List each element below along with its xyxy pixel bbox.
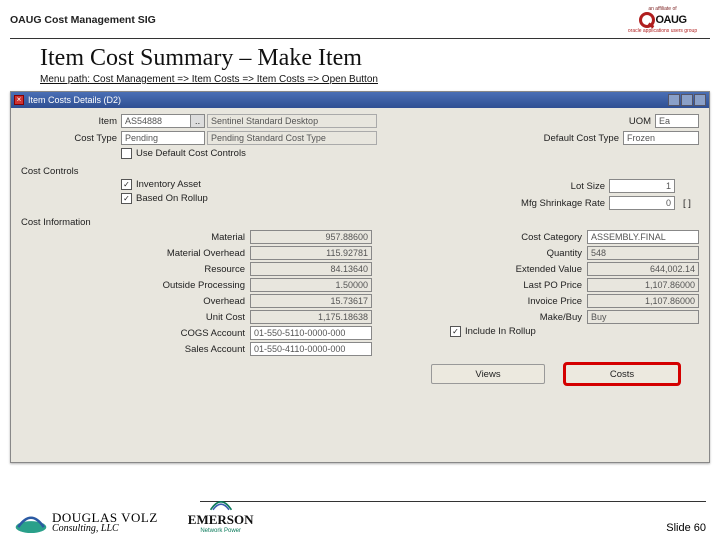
cost-controls-section: Cost Controls (21, 166, 699, 177)
cogs-account-field[interactable]: 01-550-5110-0000-000 (250, 326, 372, 340)
douglas-volz-logo: DOUGLAS VOLZConsulting, LLC (14, 510, 158, 534)
oaug-q-icon (639, 12, 655, 28)
uom-field[interactable]: Ea (655, 114, 699, 128)
default-cost-type-label: Default Cost Type (544, 133, 623, 144)
oaug-logo: an affiliate of OAUG oracle applications… (615, 4, 710, 36)
window-close-icon[interactable] (694, 94, 706, 106)
uom-label: UOM (629, 116, 655, 127)
invoice-price-label: Invoice Price (528, 296, 587, 307)
app-window: × Item Costs Details (D2) Item AS54888 ‥… (10, 91, 710, 463)
shrinkage-field[interactable]: 0 (609, 196, 675, 210)
based-on-rollup-checkbox[interactable]: ✓ (121, 193, 132, 204)
breadcrumb: Menu path: Cost Management => Item Costs… (40, 74, 720, 85)
close-icon[interactable]: × (14, 95, 24, 105)
emerson-logo: EMERSON Network Power (188, 498, 254, 534)
window-titlebar: × Item Costs Details (D2) (11, 92, 709, 108)
material-value: 957.88600 (250, 230, 372, 244)
cost-category-field[interactable]: ASSEMBLY.FINAL (587, 230, 699, 244)
lot-size-label: Lot Size (571, 181, 609, 192)
resource-label: Resource (204, 264, 250, 275)
item-field[interactable]: AS54888 (121, 114, 191, 128)
osp-value: 1.50000 (250, 278, 372, 292)
invoice-price-value: 1,107.86000 (587, 294, 699, 308)
inventory-asset-checkbox[interactable]: ✓ (121, 179, 132, 190)
inventory-asset-label: Inventory Asset (136, 179, 201, 190)
osp-label: Outside Processing (163, 280, 250, 291)
make-buy-label: Make/Buy (540, 312, 587, 323)
cost-type-field[interactable]: Pending (121, 131, 205, 145)
quantity-value: 548 (587, 246, 699, 260)
last-po-value: 1,107.86000 (587, 278, 699, 292)
resource-value: 84.13640 (250, 262, 372, 276)
cogs-account-label: COGS Account (181, 328, 250, 339)
include-in-rollup-label: Include In Rollup (465, 326, 536, 337)
material-overhead-label: Material Overhead (167, 248, 250, 259)
unit-cost-value: 1,175.18638 (250, 310, 372, 324)
views-button[interactable]: Views (431, 364, 545, 384)
extended-value: 644,002.14 (587, 262, 699, 276)
last-po-label: Last PO Price (523, 280, 587, 291)
slide-header: OAUG Cost Management SIG (10, 14, 156, 26)
item-label: Item (21, 116, 121, 127)
include-in-rollup-checkbox[interactable]: ✓ (450, 326, 461, 337)
cost-info-section: Cost Information (21, 217, 699, 228)
item-desc: Sentinel Standard Desktop (207, 114, 377, 128)
shrinkage-label: Mfg Shrinkage Rate (521, 198, 609, 209)
slide-number: Slide 60 (666, 522, 706, 534)
minimize-icon[interactable] (668, 94, 680, 106)
emerson-icon (209, 498, 233, 512)
sales-account-label: Sales Account (185, 344, 250, 355)
flexfield-button[interactable]: [ ] (675, 198, 699, 209)
cost-category-label: Cost Category (521, 232, 587, 243)
lot-size-field[interactable]: 1 (609, 179, 675, 193)
maximize-icon[interactable] (681, 94, 693, 106)
overhead-value: 15.73617 (250, 294, 372, 308)
make-buy-value: Buy (587, 310, 699, 324)
use-default-controls-label: Use Default Cost Controls (136, 148, 246, 159)
use-default-controls-checkbox[interactable] (121, 148, 132, 159)
cost-type-desc: Pending Standard Cost Type (207, 131, 377, 145)
item-lov-icon[interactable]: ‥ (191, 114, 205, 128)
sales-account-field[interactable]: 01-550-4110-0000-000 (250, 342, 372, 356)
material-label: Material (211, 232, 250, 243)
material-overhead-value: 115.92781 (250, 246, 372, 260)
cost-type-label: Cost Type (21, 133, 121, 144)
page-title: Item Cost Summary – Make Item (40, 45, 720, 72)
extended-value-label: Extended Value (516, 264, 587, 275)
unit-cost-label: Unit Cost (206, 312, 250, 323)
window-title: Item Costs Details (D2) (28, 95, 121, 105)
costs-button[interactable]: Costs (565, 364, 679, 384)
overhead-label: Overhead (203, 296, 250, 307)
dv-icon (14, 510, 48, 534)
based-on-rollup-label: Based On Rollup (136, 193, 208, 204)
quantity-label: Quantity (547, 248, 587, 259)
default-cost-type-field[interactable]: Frozen (623, 131, 699, 145)
